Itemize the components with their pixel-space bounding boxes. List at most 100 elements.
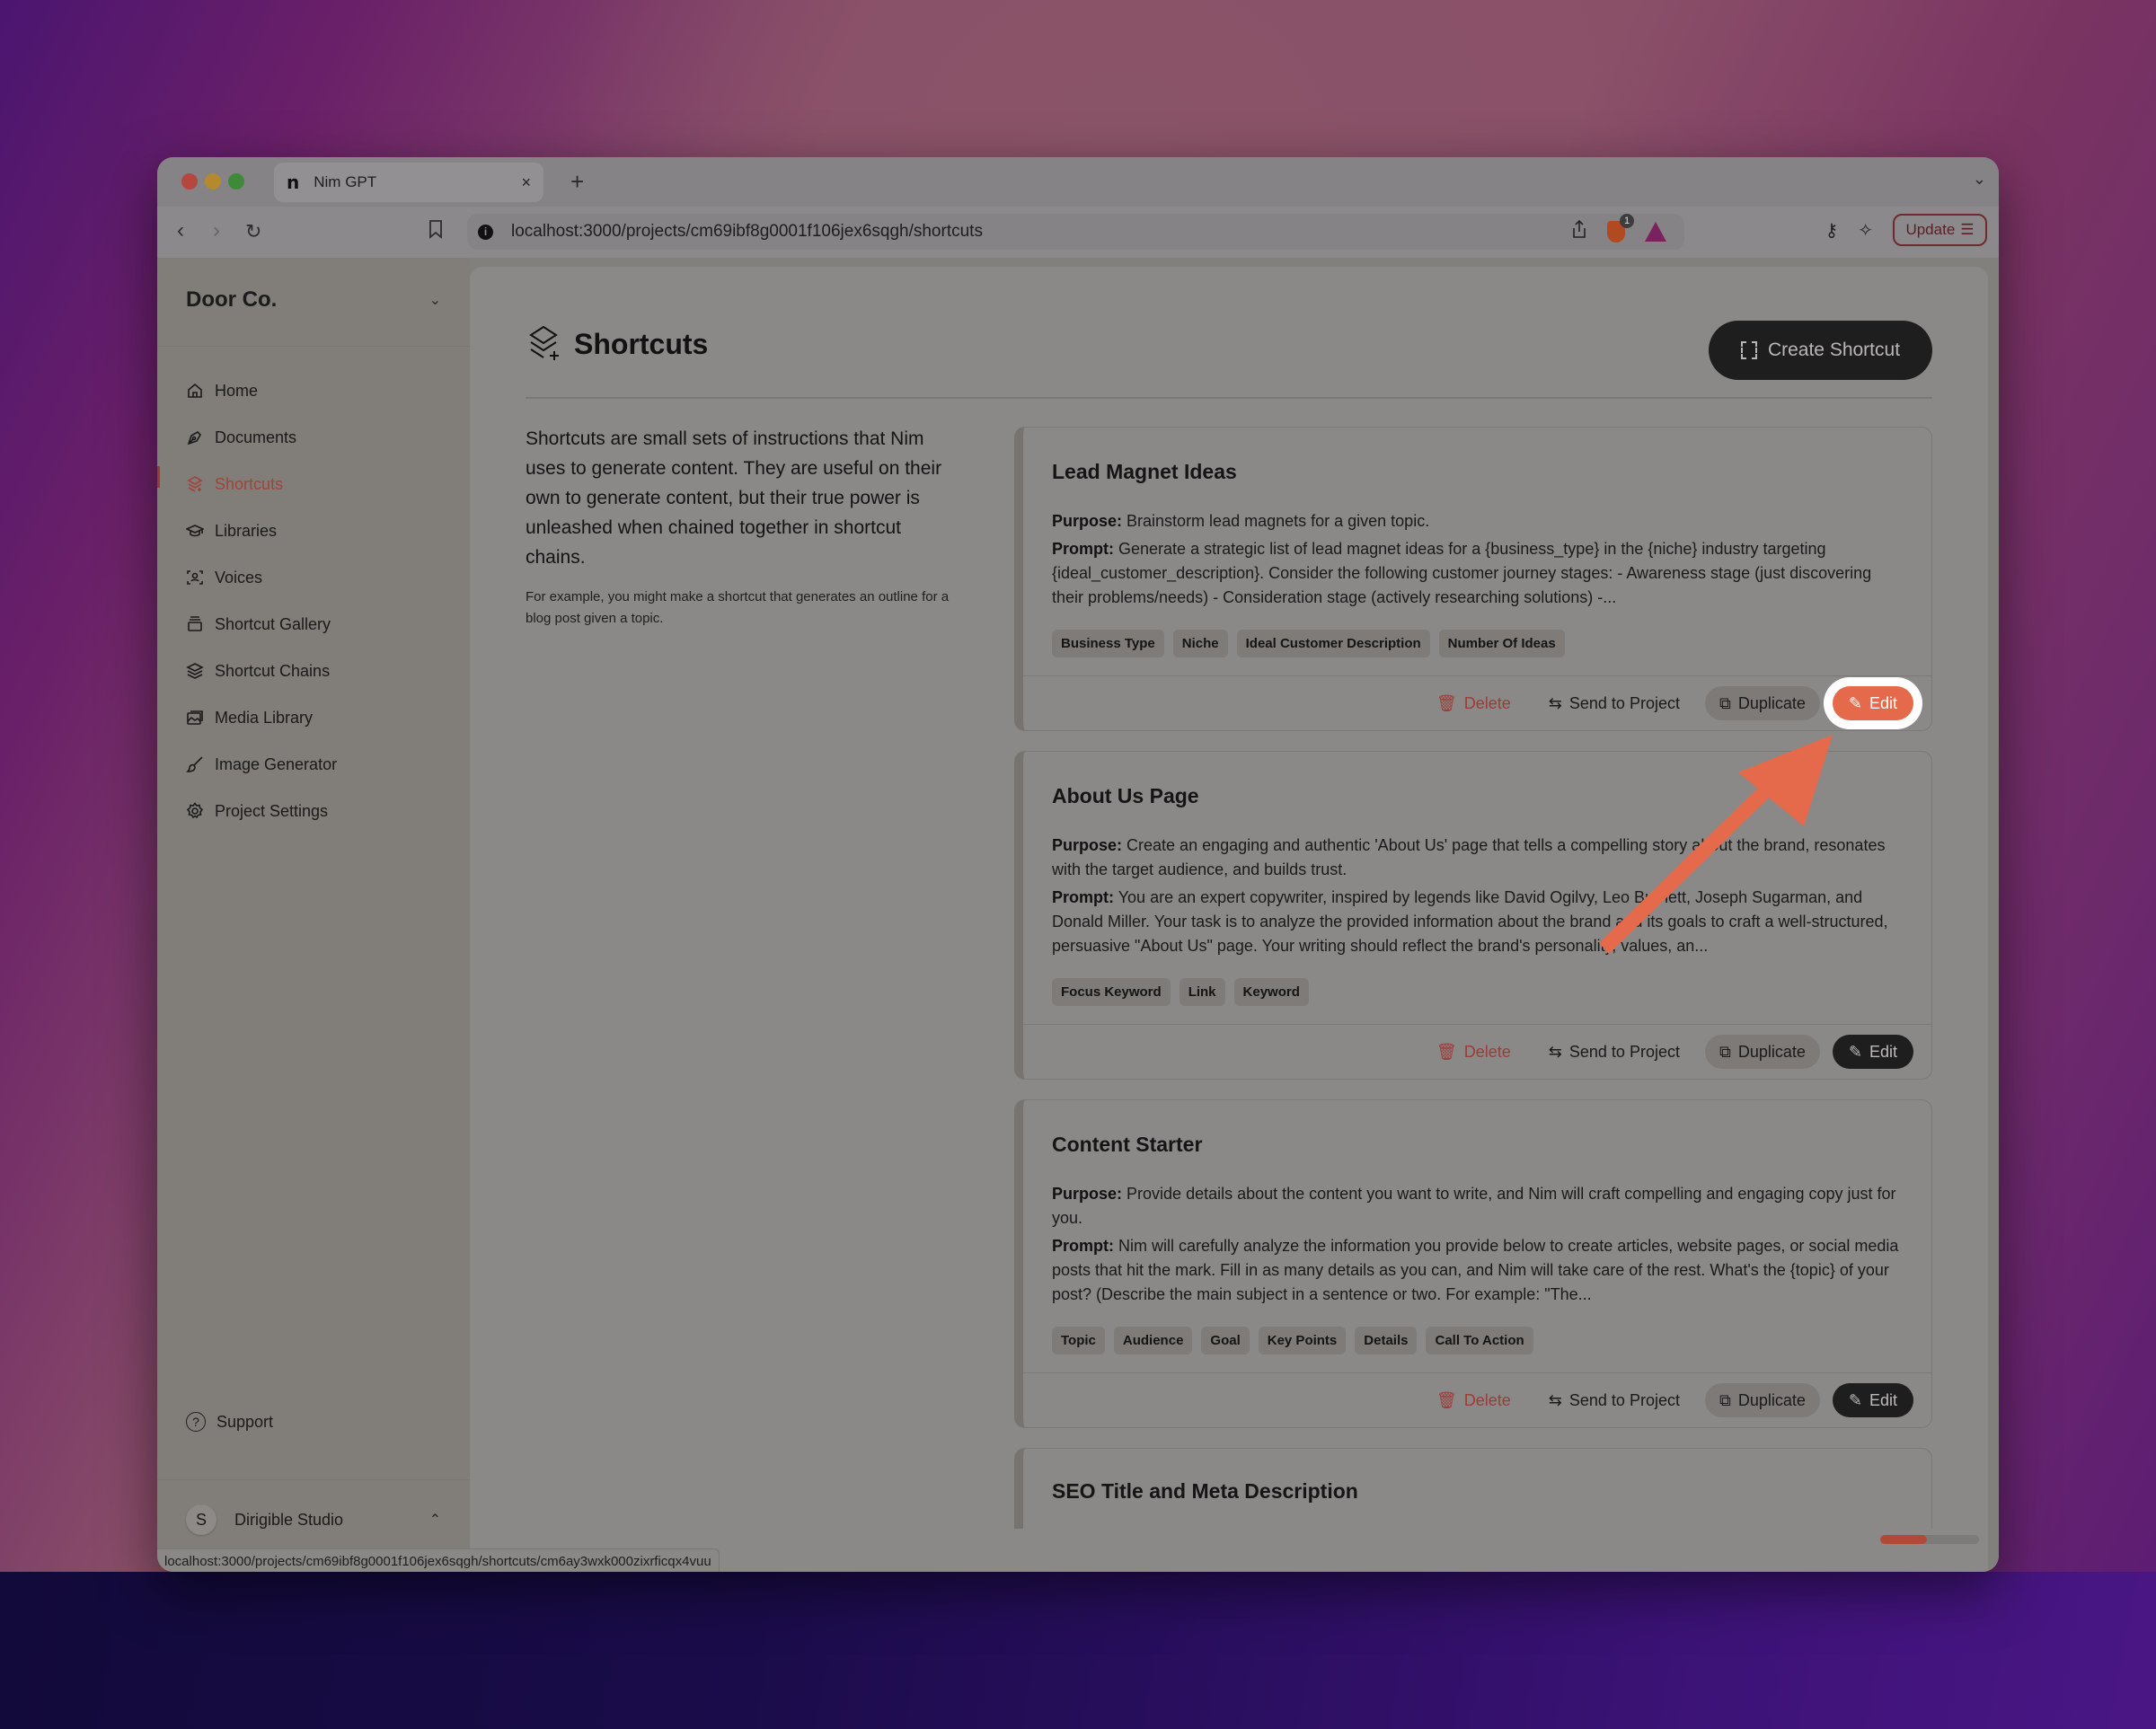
page-title: Shortcuts <box>574 327 709 360</box>
send-to-project-button[interactable]: ⇆ Send to Project <box>1536 1391 1692 1410</box>
sidebar-item-documents[interactable]: Documents <box>186 414 337 461</box>
delete-button[interactable]: 🗑 Delete <box>1424 1043 1524 1062</box>
send-to-project-button[interactable]: ⇆ Send to Project <box>1536 1043 1692 1062</box>
duplicate-button[interactable]: ⧉ Duplicate <box>1704 686 1820 720</box>
duplicate-button[interactable]: ⧉ Duplicate <box>1704 1035 1820 1069</box>
pencil-icon: ✎ <box>1848 1042 1862 1061</box>
sidebar-item-image-generator[interactable]: Image Generator <box>186 741 337 788</box>
app-area: Door Co. ⌄ Home Documents Shortcuts Libr… <box>157 258 1999 1572</box>
sidebar-item-media-library[interactable]: Media Library <box>186 694 337 741</box>
browser-tab[interactable]: n Nim GPT × <box>274 163 543 202</box>
tab-list-chevron-icon[interactable]: ⌄ <box>1973 170 1986 189</box>
chevron-down-icon: ⌄ <box>429 293 441 308</box>
edit-button[interactable]: ✎ Edit <box>1832 1035 1913 1069</box>
tag: Key Points <box>1258 1327 1347 1354</box>
sidebar-nav: Home Documents Shortcuts Libraries Voice… <box>186 367 337 834</box>
shield-badge: 1 <box>1620 213 1634 228</box>
sidebar-item-label: Shortcut Chains <box>215 661 331 680</box>
shortcut-card: SEO Title and Meta Description <box>1014 1448 1932 1529</box>
send-label: Send to Project <box>1568 1390 1680 1409</box>
avatar: S <box>186 1504 216 1535</box>
menu-hamburger-icon: ☰ <box>1960 221 1975 238</box>
sidebar-item-label: Libraries <box>215 521 278 540</box>
card-purpose: Purpose: Create an engaging and authenti… <box>1052 834 1903 882</box>
bookmark-icon <box>429 220 442 239</box>
tag: Focus Keyword <box>1052 978 1171 1006</box>
sidebar-item-label: Shortcuts <box>215 474 284 493</box>
brave-rewards-icon[interactable] <box>1645 221 1666 242</box>
brave-shields-icon[interactable]: 1 <box>1607 213 1634 243</box>
page-header: Shortcuts Create Shortcut <box>526 312 1932 393</box>
tag: Link <box>1179 978 1225 1006</box>
shortcuts-stack-icon <box>529 325 559 360</box>
sidebar-item-shortcuts[interactable]: Shortcuts <box>186 461 337 507</box>
extensions-puzzle-icon[interactable]: ✧ <box>1858 219 1873 242</box>
prompt-label: Prompt: <box>1052 888 1114 906</box>
url-text[interactable]: localhost:3000/projects/cm69ibf8g0001f10… <box>511 222 983 242</box>
gallery-icon <box>186 615 204 633</box>
shortcut-card: Content Starter Purpose: Provide details… <box>1014 1099 1932 1428</box>
tag: Goal <box>1201 1327 1250 1354</box>
tag: Niche <box>1172 630 1228 657</box>
sidebar-item-voices[interactable]: Voices <box>186 554 337 601</box>
intro-paragraph: Shortcuts are small sets of instructions… <box>526 428 942 568</box>
new-tab-button[interactable]: + <box>570 168 584 196</box>
sidebar-item-shortcut-chains[interactable]: Shortcut Chains <box>186 648 337 694</box>
maximize-window-button[interactable] <box>228 173 244 190</box>
minimize-window-button[interactable] <box>205 173 221 190</box>
images-icon <box>186 709 204 727</box>
copy-icon: ⧉ <box>1719 1390 1731 1409</box>
tag: Keyword <box>1233 978 1309 1006</box>
delete-label: Delete <box>1463 693 1511 712</box>
tag: Audience <box>1113 1327 1193 1354</box>
prompt-text: You are an expert copywriter, inspired b… <box>1052 888 1888 955</box>
swap-arrows-icon: ⇆ <box>1548 1042 1562 1061</box>
support-link[interactable]: ? Support <box>186 1412 273 1432</box>
purpose-label: Purpose: <box>1052 836 1123 854</box>
duplicate-button[interactable]: ⧉ Duplicate <box>1704 1383 1820 1417</box>
support-label: Support <box>216 1412 274 1431</box>
prompt-text: Generate a strategic list of lead magnet… <box>1052 540 1872 606</box>
edit-button[interactable]: ✎ Edit <box>1832 1383 1913 1417</box>
sidebar-item-libraries[interactable]: Libraries <box>186 507 337 554</box>
create-shortcut-button[interactable]: Create Shortcut <box>1709 321 1932 380</box>
card-prompt: Prompt: Generate a strategic list of lea… <box>1052 537 1903 610</box>
forward-button[interactable]: › <box>213 218 220 243</box>
delete-button[interactable]: 🗑 Delete <box>1424 1391 1524 1410</box>
workspace-switcher[interactable]: Door Co. ⌄ <box>186 278 441 322</box>
create-shortcut-label: Create Shortcut <box>1767 340 1901 360</box>
scroll-progress[interactable] <box>1880 1535 1979 1544</box>
delete-label: Delete <box>1463 1042 1511 1061</box>
swap-arrows-icon: ⇆ <box>1548 693 1562 712</box>
back-button[interactable]: ‹ <box>177 218 184 243</box>
sidebar-item-label: Image Generator <box>215 754 338 773</box>
card-actions: 🗑 Delete ⇆ Send to Project ⧉ Duplicate ✎ Edi… <box>1023 1024 1931 1079</box>
shortcut-list: Lead Magnet Ideas Purpose: Brainstorm le… <box>1014 427 1932 1548</box>
help-circle-icon: ? <box>186 1412 206 1432</box>
tab-close-icon[interactable]: × <box>521 173 531 192</box>
prompt-label: Prompt: <box>1052 1237 1114 1255</box>
sidebar-item-home[interactable]: Home <box>186 367 337 414</box>
tag-list: Business Type Niche Ideal Customer Descr… <box>1052 630 1903 657</box>
edit-button[interactable]: ✎ Edit <box>1832 686 1913 720</box>
address-bar[interactable]: i localhost:3000/projects/cm69ibf8g0001f… <box>467 213 1684 250</box>
send-to-project-button[interactable]: ⇆ Send to Project <box>1536 694 1692 713</box>
update-button[interactable]: Update ☰ <box>1893 214 1987 246</box>
share-icon[interactable] <box>1571 219 1587 243</box>
workspace-name: Door Co. <box>186 287 278 312</box>
account-switcher[interactable]: S Dirigible Studio ⌃ <box>186 1504 441 1535</box>
sidebar-item-label: Project Settings <box>215 801 329 820</box>
reload-button[interactable]: ↻ <box>245 220 261 243</box>
prompt-text: Nim will carefully analyze the informati… <box>1052 1237 1899 1303</box>
sidebar-item-project-settings[interactable]: Project Settings <box>186 788 337 834</box>
user-scan-icon <box>186 569 204 587</box>
site-info-icon[interactable]: i <box>478 224 493 240</box>
copy-icon: ⧉ <box>1719 693 1731 712</box>
card-actions: 🗑 Delete ⇆ Send to Project ⧉ Duplicate ✎ Edi… <box>1023 1372 1931 1427</box>
delete-button[interactable]: 🗑 Delete <box>1424 694 1524 713</box>
bookmark-button[interactable] <box>429 219 443 245</box>
pencil-icon: ✎ <box>1848 693 1862 712</box>
wallet-keys-icon[interactable]: ⚷ <box>1825 219 1839 242</box>
sidebar-item-shortcut-gallery[interactable]: Shortcut Gallery <box>186 601 337 648</box>
close-window-button[interactable] <box>181 173 198 190</box>
